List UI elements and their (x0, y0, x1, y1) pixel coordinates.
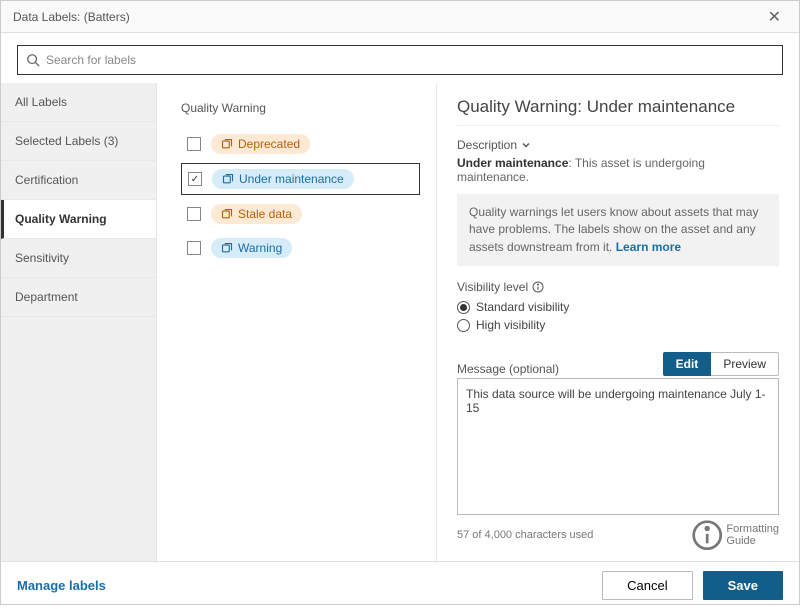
sidebar-item-selected-labels[interactable]: Selected Labels (3) (1, 122, 156, 161)
dialog-footer: Manage labels Cancel Save (1, 561, 799, 609)
chevron-down-icon (521, 140, 531, 150)
info-icon (691, 519, 723, 551)
message-textarea[interactable] (457, 378, 779, 514)
search-bar-container (1, 33, 799, 83)
search-icon (26, 53, 40, 67)
radio-input-standard[interactable] (457, 301, 470, 314)
checkbox-warning[interactable] (187, 241, 201, 255)
label-row-stale-data[interactable]: Stale data (181, 199, 420, 229)
detail-title: Quality Warning: Under maintenance (457, 97, 779, 126)
footer-buttons: Cancel Save (602, 571, 783, 600)
cancel-button[interactable]: Cancel (602, 571, 692, 600)
description-toggle[interactable]: Description (457, 138, 779, 152)
main-panel: All Labels Selected Labels (3) Certifica… (1, 83, 799, 561)
label-row-warning[interactable]: Warning (181, 233, 420, 263)
dialog-title: Data Labels: (Batters) (13, 10, 130, 24)
message-header: Message (optional) Edit Preview (457, 352, 779, 376)
checkbox-stale-data[interactable] (187, 207, 201, 221)
label-list-heading: Quality Warning (181, 101, 420, 115)
description-text: Under maintenance: This asset is undergo… (457, 156, 779, 184)
sidebar-item-quality-warning[interactable]: Quality Warning (1, 200, 156, 239)
search-input[interactable] (46, 53, 774, 67)
label-row-deprecated[interactable]: Deprecated (181, 129, 420, 159)
visibility-level-label: Visibility level (457, 280, 779, 294)
sidebar-item-all-labels[interactable]: All Labels (1, 83, 156, 122)
sidebar-item-department[interactable]: Department (1, 278, 156, 317)
label-list-panel: Quality Warning Deprecated Under mainten… (157, 83, 437, 561)
tab-preview[interactable]: Preview (711, 352, 779, 376)
warning-icon (221, 242, 233, 254)
save-button[interactable]: Save (703, 571, 783, 600)
warning-icon (221, 138, 233, 150)
label-pill-deprecated: Deprecated (211, 134, 310, 154)
manage-labels-link[interactable]: Manage labels (17, 578, 106, 593)
message-label: Message (optional) (457, 362, 559, 376)
learn-more-link[interactable]: Learn more (616, 240, 681, 254)
detail-panel: Quality Warning: Under maintenance Descr… (437, 83, 799, 561)
sidebar-item-sensitivity[interactable]: Sensitivity (1, 239, 156, 278)
label-pill-under-maintenance: Under maintenance (212, 169, 354, 189)
label-row-under-maintenance[interactable]: Under maintenance (181, 163, 420, 195)
tab-edit[interactable]: Edit (663, 352, 712, 376)
formatting-guide-link[interactable]: Formatting Guide (691, 519, 779, 551)
label-pill-warning: Warning (211, 238, 292, 258)
title-bar: Data Labels: (Batters) ✕ (1, 1, 799, 33)
checkbox-deprecated[interactable] (187, 137, 201, 151)
label-pill-stale-data: Stale data (211, 204, 302, 224)
sidebar-item-certification[interactable]: Certification (1, 161, 156, 200)
char-count: 57 of 4,000 characters used (457, 529, 593, 541)
radio-standard-visibility[interactable]: Standard visibility (457, 300, 779, 314)
radio-high-visibility[interactable]: High visibility (457, 318, 779, 332)
maintenance-icon (222, 173, 234, 185)
warning-icon (221, 208, 233, 220)
info-icon[interactable] (532, 281, 544, 293)
info-box: Quality warnings let users know about as… (457, 194, 779, 266)
category-sidebar: All Labels Selected Labels (3) Certifica… (1, 83, 157, 561)
message-footer: 57 of 4,000 characters used Formatting G… (457, 519, 779, 551)
checkbox-under-maintenance[interactable] (188, 172, 202, 186)
radio-input-high[interactable] (457, 319, 470, 332)
search-bar[interactable] (17, 45, 783, 75)
close-icon[interactable]: ✕ (762, 5, 787, 29)
message-tabs: Edit Preview (663, 352, 779, 376)
